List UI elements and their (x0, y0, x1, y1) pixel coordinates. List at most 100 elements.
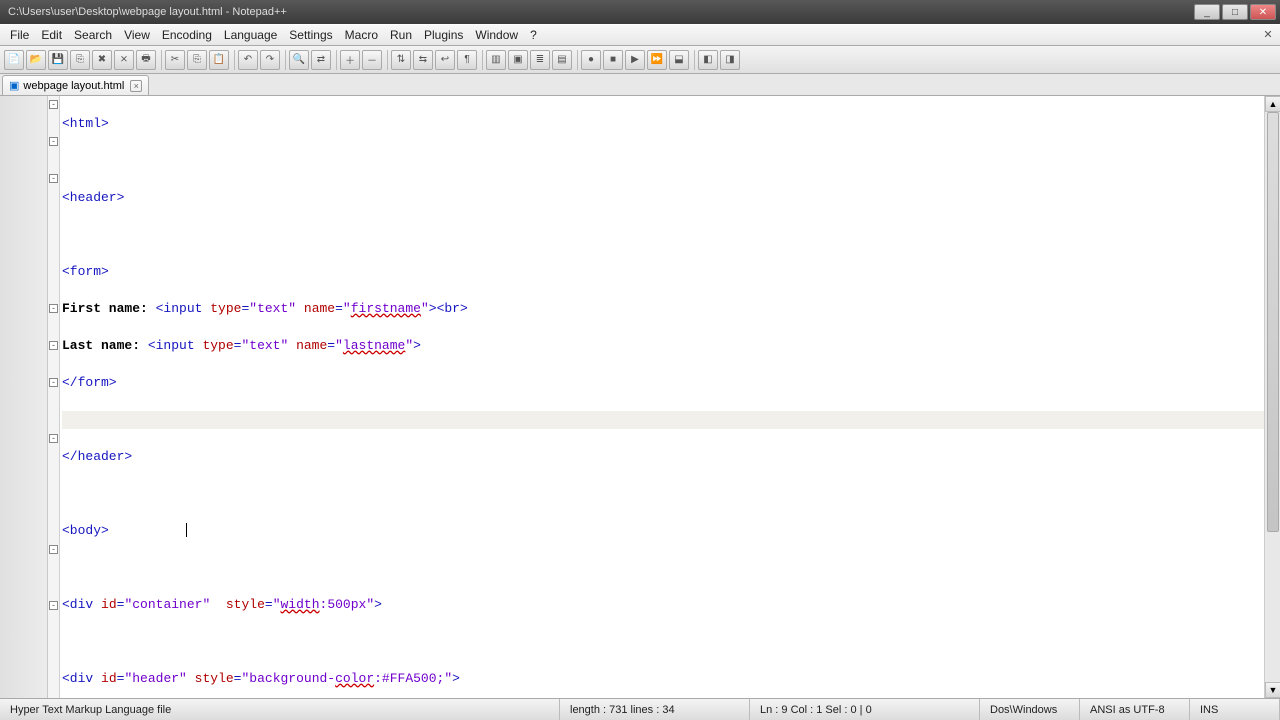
code-text: :500px (320, 597, 367, 612)
status-insert-mode[interactable]: INS (1190, 699, 1280, 720)
fold-toggle-icon[interactable]: - (49, 545, 58, 554)
fold-toggle-icon[interactable]: - (49, 601, 58, 610)
close-file-icon[interactable]: ✖ (92, 50, 112, 70)
code-text: <input (148, 301, 210, 316)
code-text: id (101, 597, 117, 612)
titlebar: C:\Users\user\Desktop\webpage layout.htm… (0, 0, 1280, 24)
fold-toggle-icon[interactable]: - (49, 341, 58, 350)
scroll-down-icon[interactable]: ▼ (1265, 682, 1280, 698)
cut-icon[interactable]: ✂ (165, 50, 185, 70)
code-area[interactable]: <html> <header> <form> First name: <inpu… (60, 96, 1264, 698)
tab-label: webpage layout.html (23, 80, 124, 92)
fold-toggle-icon[interactable]: - (49, 434, 58, 443)
scroll-up-icon[interactable]: ▲ (1265, 96, 1280, 112)
sync-v-icon[interactable]: ⇅ (391, 50, 411, 70)
save-all-icon[interactable]: ⎘ (70, 50, 90, 70)
status-encoding[interactable]: ANSI as UTF-8 (1080, 699, 1190, 720)
code-text: width (281, 597, 320, 612)
plugin-icon[interactable]: ◧ (698, 50, 718, 70)
code-text: > (374, 597, 382, 612)
toolbar-separator (336, 50, 337, 70)
copy-icon[interactable]: ⎘ (187, 50, 207, 70)
menu-plugins[interactable]: Plugins (418, 26, 469, 44)
code-text: <header> (62, 190, 124, 205)
toolbar-separator (577, 50, 578, 70)
code-text: " (444, 671, 452, 686)
line-number-gutter (0, 96, 48, 698)
close-all-icon[interactable]: ⨯ (114, 50, 134, 70)
find-icon[interactable]: 🔍 (289, 50, 309, 70)
undo-icon[interactable]: ↶ (238, 50, 258, 70)
mdi-close-button[interactable]: ✕ (1260, 28, 1276, 42)
window-title: C:\Users\user\Desktop\webpage layout.htm… (4, 6, 1192, 18)
code-text: <html> (62, 116, 109, 131)
toolbar-separator (234, 50, 235, 70)
menu-encoding[interactable]: Encoding (156, 26, 218, 44)
code-text: ><br> (429, 301, 468, 316)
open-file-icon[interactable]: 📂 (26, 50, 46, 70)
menu-file[interactable]: File (4, 26, 35, 44)
minimize-button[interactable]: _ (1194, 4, 1220, 20)
redo-icon[interactable]: ↷ (260, 50, 280, 70)
statusbar: Hyper Text Markup Language file length :… (0, 698, 1280, 720)
fold-toggle-icon[interactable]: - (49, 174, 58, 183)
plugin2-icon[interactable]: ◨ (720, 50, 740, 70)
menu-macro[interactable]: Macro (339, 26, 384, 44)
menu-help[interactable]: ? (524, 26, 543, 44)
fold-toggle-icon[interactable]: - (49, 137, 58, 146)
vertical-scrollbar[interactable]: ▲ ▼ (1264, 96, 1280, 698)
zoom-in-icon[interactable]: ＋ (340, 50, 360, 70)
close-window-button[interactable]: ✕ (1250, 4, 1276, 20)
code-text: > (452, 671, 460, 686)
save-macro-icon[interactable]: ⬓ (669, 50, 689, 70)
menu-language[interactable]: Language (218, 26, 283, 44)
code-text: <body> (62, 523, 109, 538)
save-file-icon[interactable]: 💾 (48, 50, 68, 70)
code-text: color (335, 671, 374, 686)
play-macro-icon[interactable]: ▶ (625, 50, 645, 70)
code-text: id (101, 671, 117, 686)
play-multiple-icon[interactable]: ⏩ (647, 50, 667, 70)
print-icon[interactable]: 🖶 (136, 50, 156, 70)
fold-toggle-icon[interactable]: - (49, 304, 58, 313)
fold-toggle-icon[interactable]: - (49, 100, 58, 109)
wrap-icon[interactable]: ↩ (435, 50, 455, 70)
replace-icon[interactable]: ⇄ (311, 50, 331, 70)
menu-search[interactable]: Search (68, 26, 118, 44)
toolbar-separator (387, 50, 388, 70)
code-text (62, 485, 1264, 504)
status-eol[interactable]: Dos\Windows (980, 699, 1080, 720)
zoom-out-icon[interactable]: － (362, 50, 382, 70)
record-macro-icon[interactable]: ● (581, 50, 601, 70)
folder-view-icon[interactable]: ▣ (508, 50, 528, 70)
new-file-icon[interactable]: 📄 (4, 50, 24, 70)
doc-map-icon[interactable]: ▤ (552, 50, 572, 70)
code-text: <form> (62, 264, 109, 279)
stop-macro-icon[interactable]: ■ (603, 50, 623, 70)
status-length: length : 731 lines : 34 (560, 699, 750, 720)
paste-icon[interactable]: 📋 (209, 50, 229, 70)
show-all-chars-icon[interactable]: ¶ (457, 50, 477, 70)
tab-webpage-layout[interactable]: ▣ webpage layout.html × (2, 75, 149, 95)
code-text: "header" (124, 671, 186, 686)
code-text: First name: (62, 301, 148, 316)
menu-view[interactable]: View (118, 26, 156, 44)
menu-edit[interactable]: Edit (35, 26, 68, 44)
code-text (62, 152, 1264, 171)
scroll-thumb[interactable] (1267, 112, 1279, 532)
status-position: Ln : 9 Col : 1 Sel : 0 | 0 (750, 699, 980, 720)
code-text: " (421, 301, 429, 316)
code-text: " (366, 597, 374, 612)
fold-toggle-icon[interactable]: - (49, 378, 58, 387)
sync-h-icon[interactable]: ⇆ (413, 50, 433, 70)
menu-window[interactable]: Window (469, 26, 524, 44)
menu-run[interactable]: Run (384, 26, 418, 44)
tab-close-button[interactable]: × (130, 80, 142, 92)
function-list-icon[interactable]: ≣ (530, 50, 550, 70)
code-text: type (202, 338, 233, 353)
menu-settings[interactable]: Settings (283, 26, 338, 44)
indent-guide-icon[interactable]: ▥ (486, 50, 506, 70)
code-text: "text" (241, 338, 288, 353)
code-text: Last name: (62, 338, 140, 353)
maximize-button[interactable]: □ (1222, 4, 1248, 20)
